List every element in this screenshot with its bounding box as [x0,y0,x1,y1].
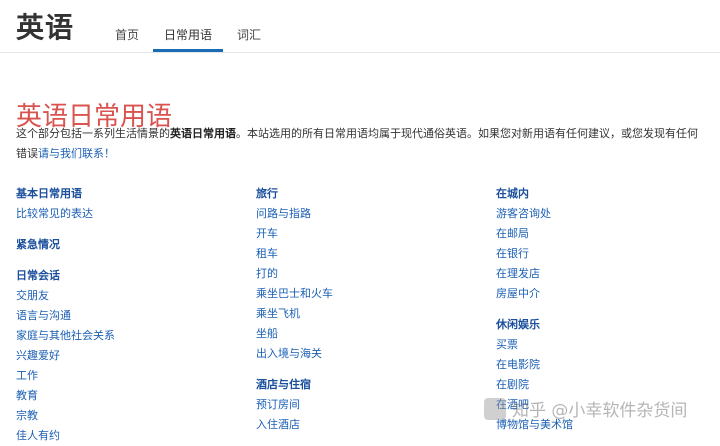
phrase-topic-link[interactable]: 兴趣爱好 [16,346,236,366]
intro-bold-text: 英语日常用语 [170,127,236,140]
phrase-topic-link[interactable]: 在剧院 [496,375,716,395]
zhihu-watermark: 知乎 @小幸软件杂货间 [484,396,687,421]
category-heading[interactable]: 紧急情况 [16,235,236,255]
zhihu-logo-icon [484,397,506,420]
phrase-topic-link[interactable]: 在理发店 [496,264,716,284]
phrase-topic-link[interactable]: 游客咨询处 [496,204,716,224]
phrase-topic-link[interactable]: 在邮局 [496,224,716,244]
phrase-topic-link[interactable]: 入住酒店 [256,415,476,435]
phrase-topic-link[interactable]: 教育 [16,386,236,406]
phrase-topic-link[interactable]: 语言与沟通 [16,306,236,326]
phrase-topic-link[interactable]: 比较常见的表达 [16,204,236,224]
category-column-2: 旅行 问路与指路 开车 租车 打的 乘坐巴士和火车 乘坐飞机 坐船 出入境与海关 酒店与住宿 预订房… [256,184,476,435]
watermark-text: 知乎 @小幸软件杂货间 [512,401,688,421]
phrase-topic-link[interactable]: 开车 [256,224,476,244]
phrase-topic-link[interactable]: 问路与指路 [256,204,476,224]
phrase-topic-link[interactable]: 买票 [496,335,716,355]
phrase-topic-link[interactable]: 打的 [256,264,476,284]
phrase-topic-link[interactable]: 租车 [256,244,476,264]
phrase-topic-link[interactable]: 佳人有约 [16,426,236,446]
phrase-topic-link[interactable]: 工作 [16,366,236,386]
phrase-topic-link[interactable]: 坐船 [256,324,476,344]
intro-paragraph: 这个部分包括一系列生活情景的英语日常用语。本站选用的所有日常用语均属于现代通俗英… [16,124,708,164]
category-heading[interactable]: 基本日常用语 [16,184,236,204]
category-heading[interactable]: 旅行 [256,184,476,204]
tab-daily-phrases[interactable]: 日常用语 [153,0,224,52]
phrase-topic-link[interactable]: 在银行 [496,244,716,264]
category-heading[interactable]: 日常会话 [16,266,236,286]
phrase-topic-link[interactable]: 乘坐飞机 [256,304,476,324]
phrase-topic-link[interactable]: 交朋友 [16,286,236,306]
phrase-topic-link[interactable]: 宗教 [16,406,236,426]
phrase-topic-link[interactable]: 房屋中介 [496,284,716,304]
category-heading[interactable]: 在城内 [496,184,716,204]
category-heading[interactable]: 酒店与住宿 [256,375,476,395]
phrase-topic-link[interactable]: 乘坐巴士和火车 [256,284,476,304]
phrase-topic-link[interactable]: 家庭与其他社会关系 [16,326,236,346]
phrase-topic-link[interactable]: 出入境与海关 [256,344,476,364]
tab-vocabulary[interactable]: 词汇 [226,0,272,52]
contact-us-link[interactable]: 请与我们联系！ [38,147,115,160]
phrase-topic-link[interactable]: 预订房间 [256,395,476,415]
top-navigation-bar: 英语 首页 日常用语 词汇 [0,0,720,53]
main-nav: 首页 日常用语 词汇 [104,0,275,52]
tab-home[interactable]: 首页 [104,0,150,52]
category-column-1: 基本日常用语 比较常见的表达 紧急情况日常会话 交朋友 语言与沟通 家庭与其他社会关系 兴趣… [16,184,236,446]
intro-text-1: 这个部分包括一系列生活情景的 [16,127,170,140]
category-heading[interactable]: 休闲娱乐 [496,315,716,335]
site-logo[interactable]: 英语 [16,11,74,45]
phrase-topic-link[interactable]: 在电影院 [496,355,716,375]
